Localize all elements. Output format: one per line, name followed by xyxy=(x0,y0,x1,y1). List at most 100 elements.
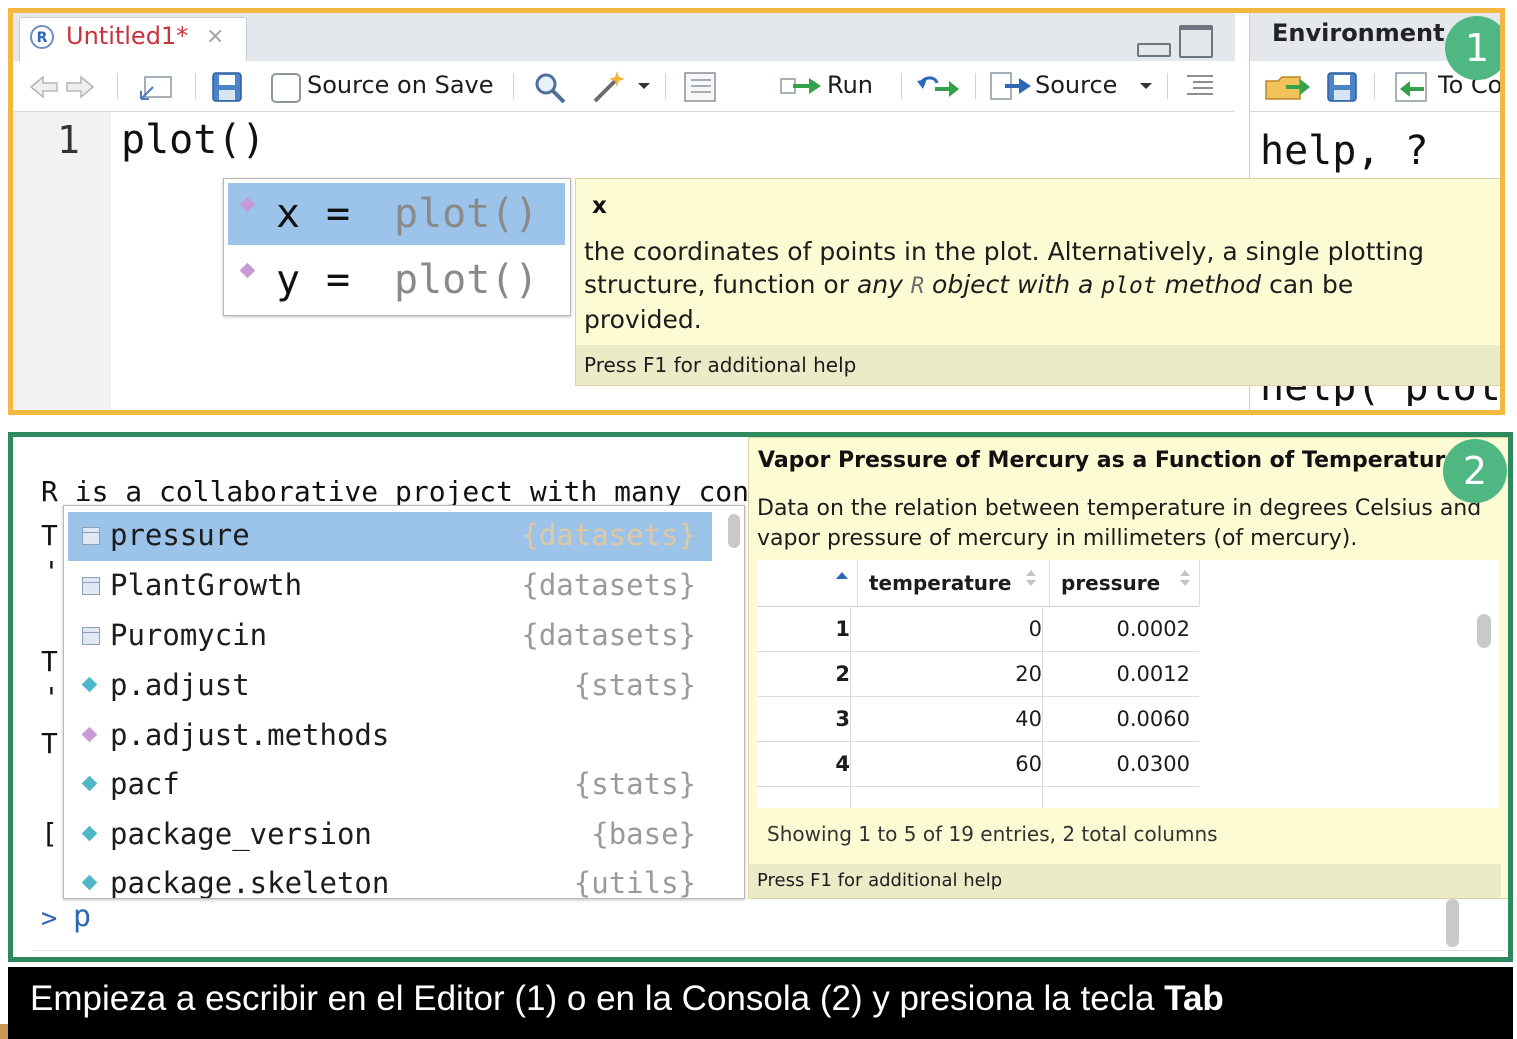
back-forward-icon[interactable] xyxy=(27,73,97,101)
dataset-help-tooltip: Vapor Pressure of Mercury as a Function … xyxy=(748,437,1508,899)
column-header-temperature[interactable]: temperature xyxy=(869,571,1011,595)
completion-item-y[interactable]: y = plot() xyxy=(228,249,565,311)
console-partial-char: T xyxy=(41,727,58,760)
source-on-save-label: Source on Save xyxy=(307,71,494,99)
source-icon[interactable] xyxy=(989,71,1033,101)
outline-icon[interactable] xyxy=(1185,73,1215,97)
run-button[interactable]: Run xyxy=(827,71,873,99)
source-dropdown-icon[interactable] xyxy=(1139,81,1153,91)
table-info: Showing 1 to 5 of 19 entries, 2 total co… xyxy=(767,822,1218,846)
close-tab-icon[interactable]: × xyxy=(206,24,224,49)
completion-item-pacf[interactable]: pacf {stats} xyxy=(68,761,712,810)
help-bottom-clip: help('plot' xyxy=(1250,384,1500,406)
table-icon xyxy=(82,627,100,645)
completion-item-puromycin[interactable]: Puromycin {datasets} xyxy=(68,612,712,661)
tooltip-line-2: structure, function or any R object with… xyxy=(584,270,1354,299)
console-prompt: > xyxy=(41,903,58,934)
editor-tab-title: Untitled1* xyxy=(66,22,189,50)
line-number: 1 xyxy=(57,118,80,162)
console-output-line: R is a collaborative project with many c… xyxy=(41,475,766,508)
sort-icon[interactable] xyxy=(1179,568,1191,588)
code-tools-wand-icon[interactable] xyxy=(589,67,629,105)
completion-eq: = xyxy=(326,191,351,237)
console-partial-char: [ xyxy=(41,817,58,850)
completion-eq: = xyxy=(326,257,351,303)
argument-icon xyxy=(239,196,256,213)
run-icon[interactable] xyxy=(779,73,823,99)
tooltip-footer-text: Press F1 for additional help xyxy=(584,353,857,377)
line-gutter: 1 xyxy=(13,112,111,410)
table-row: 1 0 0.0002 xyxy=(757,606,1199,652)
table-icon xyxy=(82,577,100,595)
table-row: 2 20 0.0012 xyxy=(757,651,1199,697)
environment-tab[interactable]: Environment xyxy=(1272,19,1445,47)
tooltip-line-1: the coordinates of points in the plot. A… xyxy=(584,237,1424,266)
function-icon xyxy=(81,775,98,792)
completion-item-p-adjust-methods[interactable]: p.adjust.methods xyxy=(68,712,712,761)
editor-tab[interactable]: R Untitled1* × xyxy=(19,17,247,62)
dataset-preview-table: temperature pressure 1 0 0.0002 2 20 0.0… xyxy=(757,560,1499,808)
search-icon[interactable] xyxy=(533,71,567,105)
code-line[interactable]: plot() xyxy=(121,117,266,163)
completion-item-x[interactable]: x = plot() xyxy=(228,183,565,245)
completion-item-package-version[interactable]: package_version {base} xyxy=(68,811,712,860)
table-scrollbar[interactable] xyxy=(1477,614,1491,648)
load-workspace-icon[interactable] xyxy=(1264,71,1312,103)
sort-icon[interactable] xyxy=(1025,568,1037,588)
source-on-save-checkbox[interactable] xyxy=(271,73,301,103)
console-partial-char: T xyxy=(41,519,58,552)
console-partial-char: T xyxy=(41,645,58,678)
console-scrollbar[interactable] xyxy=(1446,899,1459,947)
console-partial-char: ' xyxy=(43,681,60,714)
sort-ascending-icon[interactable] xyxy=(835,570,849,580)
table-icon xyxy=(82,527,100,545)
completion-arg: y xyxy=(276,257,301,303)
source-button[interactable]: Source xyxy=(1035,71,1117,99)
compile-report-icon[interactable] xyxy=(683,71,717,103)
editor-completion-popup: x = plot() y = plot() xyxy=(223,178,571,316)
console-panel: R is a collaborative project with many c… xyxy=(8,432,1513,962)
console-divider xyxy=(33,950,1503,951)
minimize-pane-icon[interactable] xyxy=(1137,43,1171,57)
caption-text: Empieza a escribir en el Editor (1) o en… xyxy=(30,979,1224,1018)
step-badge-1: 1 xyxy=(1445,16,1500,80)
save-workspace-icon[interactable] xyxy=(1326,71,1358,103)
argument-icon xyxy=(239,262,256,279)
caption-bold: Tab xyxy=(1164,979,1224,1018)
table-row: 4 60 0.0300 xyxy=(757,741,1199,787)
caption-bar: Empieza a escribir en el Editor (1) o en… xyxy=(8,967,1513,1039)
to-console-icon[interactable] xyxy=(1394,71,1436,103)
maximize-pane-icon[interactable] xyxy=(1179,25,1213,58)
function-icon xyxy=(81,874,98,891)
completion-item-package-skeleton[interactable]: package.skeleton {utils} xyxy=(68,860,712,898)
completion-func: plot() xyxy=(394,191,539,237)
tooltip-description: Data on the relation between temperature… xyxy=(757,496,1482,551)
console-partial-char: ' xyxy=(43,555,60,588)
column-header-pressure[interactable]: pressure xyxy=(1061,571,1160,595)
completion-item-plantgrowth[interactable]: PlantGrowth {datasets} xyxy=(68,562,712,611)
completion-item-pressure[interactable]: pressure {datasets} xyxy=(68,512,712,561)
completion-item-p-adjust[interactable]: p.adjust {stats} xyxy=(68,662,712,711)
table-row: 3 40 0.0060 xyxy=(757,696,1199,742)
editor-help-tooltip: x the coordinates of points in the plot.… xyxy=(575,178,1500,386)
tooltip-footer: Press F1 for additional help xyxy=(576,345,1500,385)
tooltip-line-3: provided. xyxy=(584,305,702,334)
help-text: help, ? xyxy=(1260,128,1429,174)
function-icon xyxy=(81,676,98,693)
decorative-bar xyxy=(0,1024,8,1039)
tooltip-footer: Press F1 for additional help xyxy=(749,864,1501,898)
r-file-icon: R xyxy=(30,25,54,49)
completion-arg: x xyxy=(276,191,301,237)
show-in-window-icon[interactable] xyxy=(137,73,177,101)
tooltip-title: Vapor Pressure of Mercury as a Function … xyxy=(758,448,1461,473)
completion-func: plot() xyxy=(394,257,539,303)
chevron-down-icon[interactable] xyxy=(637,81,651,91)
tooltip-footer-text: Press F1 for additional help xyxy=(757,870,1003,891)
tooltip-arg-name: x xyxy=(592,193,607,219)
tooltip-description: the coordinates of points in the plot. A… xyxy=(584,235,1424,336)
save-icon[interactable] xyxy=(211,71,243,103)
completion-scrollbar[interactable] xyxy=(728,514,740,548)
console-input[interactable]: p xyxy=(73,899,91,934)
rerun-icon[interactable] xyxy=(915,71,961,101)
function-icon xyxy=(81,825,98,842)
